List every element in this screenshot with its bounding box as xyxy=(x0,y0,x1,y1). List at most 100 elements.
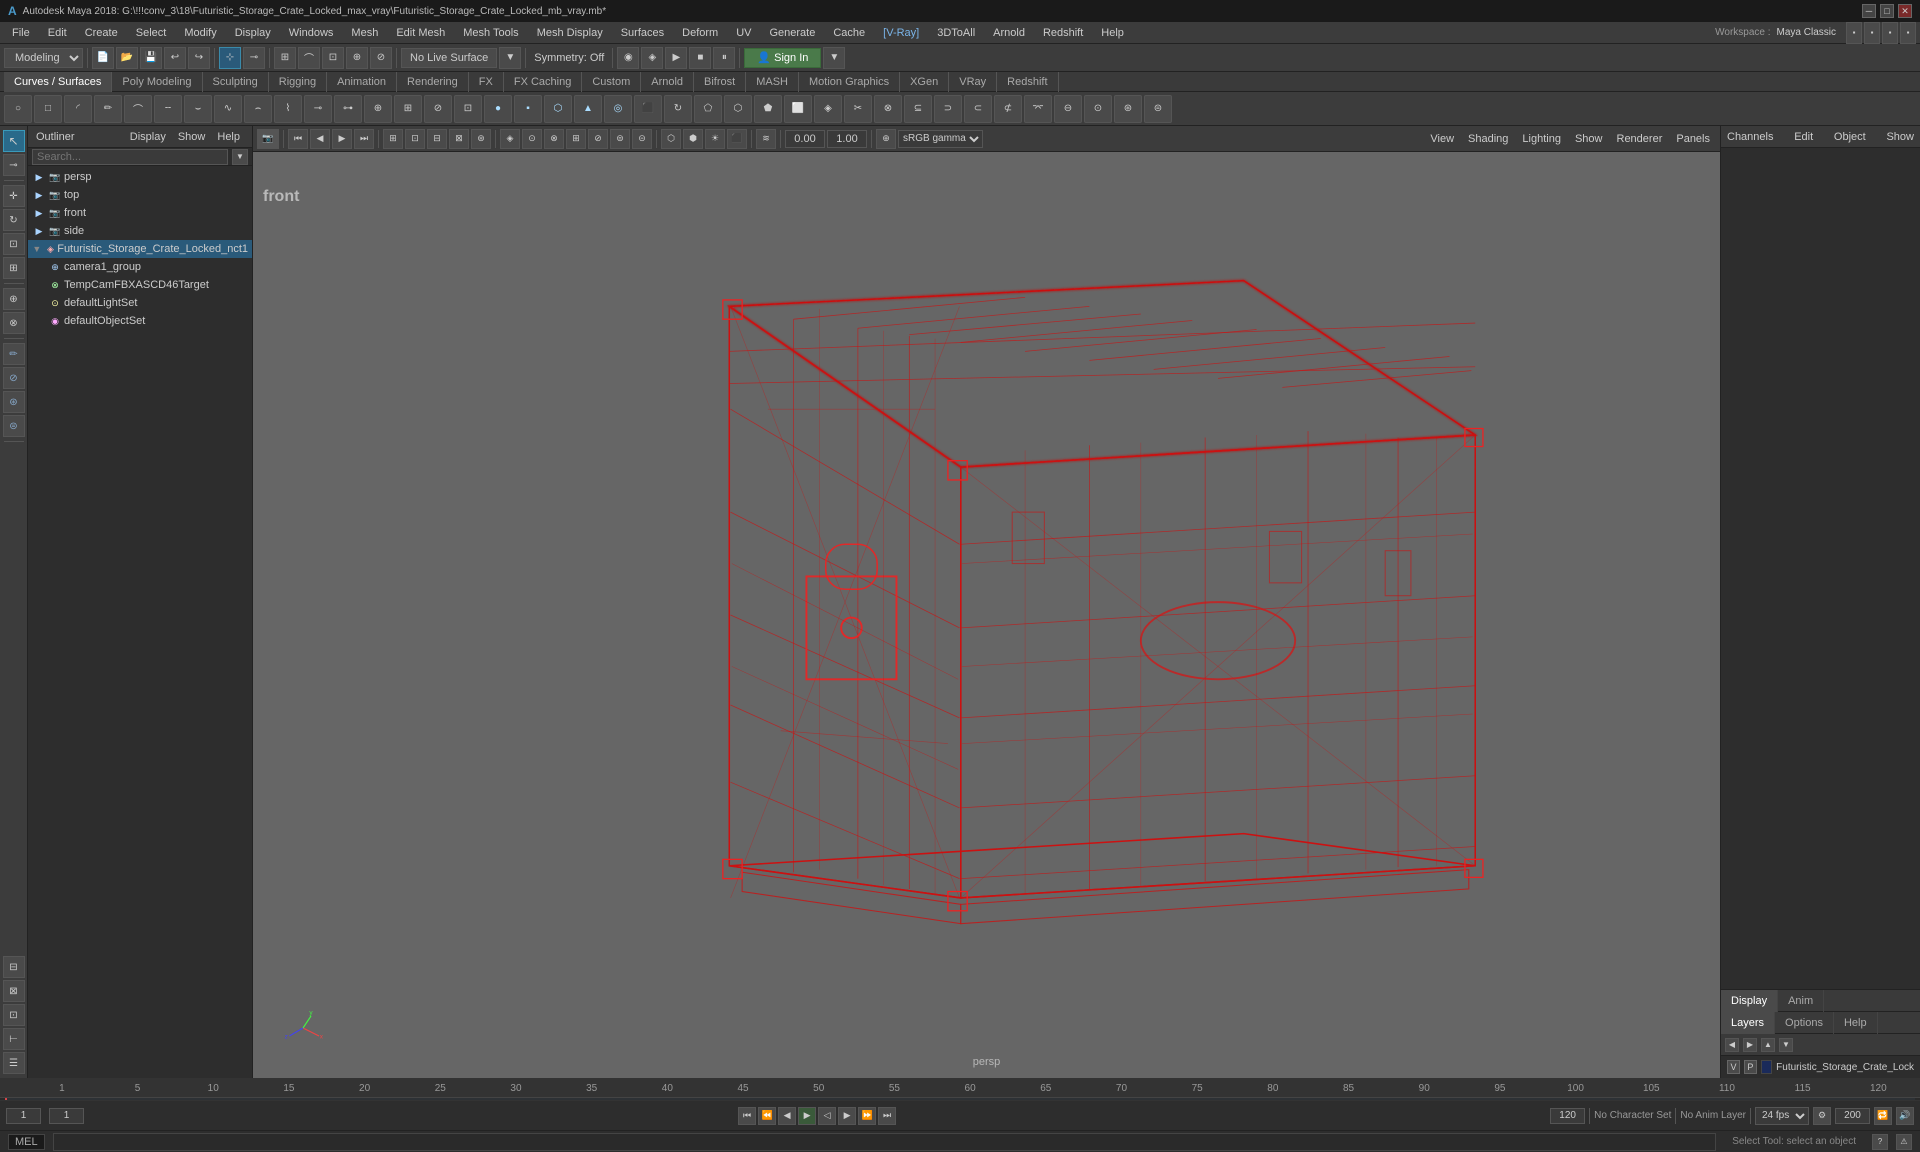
shelf-icon-extrude[interactable]: ⬡ xyxy=(724,95,752,123)
display-tab[interactable]: Display xyxy=(1721,990,1778,1012)
snap-view-btn[interactable]: ⊘ xyxy=(370,47,392,69)
vp-motion-blur-btn[interactable]: ≋ xyxy=(756,129,776,149)
layer-down-btn[interactable]: ▼ xyxy=(1779,1038,1793,1052)
layer-btn3[interactable]: ⊡ xyxy=(3,1004,25,1026)
playback-end-input[interactable] xyxy=(1550,1108,1585,1124)
menu-redshift[interactable]: Redshift xyxy=(1035,25,1091,41)
shelf-icon-two-pt[interactable]: ⊸ xyxy=(304,95,332,123)
shelf-tab-vray[interactable]: VRay xyxy=(949,72,997,92)
lasso-select-btn[interactable]: ⊸ xyxy=(243,47,265,69)
shelf-icon-surface-curve[interactable]: ⊃ xyxy=(934,95,962,123)
shelf-tab-fx[interactable]: FX xyxy=(469,72,504,92)
shelf-icon-cylinder[interactable]: ⬡ xyxy=(544,95,572,123)
start-frame-input[interactable] xyxy=(49,1108,84,1124)
workspace-btn3[interactable]: ▪ xyxy=(1882,22,1898,44)
vp-dof-btn[interactable]: ⊝ xyxy=(632,129,652,149)
vp-lighting-menu[interactable]: Lighting xyxy=(1516,131,1567,147)
edit-menu-right[interactable]: Edit xyxy=(1794,131,1813,143)
list-btn[interactable]: ☰ xyxy=(3,1052,25,1074)
far-clip-input[interactable] xyxy=(827,130,867,148)
menu-cache[interactable]: Cache xyxy=(825,25,873,41)
shelf-icon-insert[interactable]: ⊞ xyxy=(394,95,422,123)
render-btn1[interactable]: ◉ xyxy=(617,47,639,69)
paint-skin-tool[interactable]: ⊛ xyxy=(3,391,25,413)
paint-attr-tool[interactable]: ⊘ xyxy=(3,367,25,389)
vp-prev-key[interactable]: ⏮ xyxy=(288,129,308,149)
shelf-icon-circle[interactable]: ○ xyxy=(4,95,32,123)
outliner-item-objectset[interactable]: ◉ defaultObjectSet xyxy=(28,312,252,330)
vp-cam-btn[interactable]: 📷 xyxy=(257,129,279,149)
menu-mesh-tools[interactable]: Mesh Tools xyxy=(455,25,526,41)
shelf-icon-pen[interactable]: ✏ xyxy=(94,95,122,123)
vp-view3[interactable]: ⊟ xyxy=(427,129,447,149)
menu-generate[interactable]: Generate xyxy=(761,25,823,41)
shelf-tab-rigging[interactable]: Rigging xyxy=(269,72,327,92)
layer-next-btn[interactable]: ▶ xyxy=(1743,1038,1757,1052)
shelf-icon-trim[interactable]: ✂ xyxy=(844,95,872,123)
shelf-icon-boolean[interactable]: ⊖ xyxy=(1054,95,1082,123)
shelf-tab-mash[interactable]: MASH xyxy=(746,72,799,92)
shelf-icon-intersect[interactable]: ⊗ xyxy=(874,95,902,123)
vp-shade-btn[interactable]: ⬢ xyxy=(683,129,703,149)
vp-renderer-menu[interactable]: Renderer xyxy=(1611,131,1669,147)
render-btn2[interactable]: ◈ xyxy=(641,47,663,69)
scale-tool[interactable]: ⊡ xyxy=(3,233,25,255)
fps-selector[interactable]: 24 fps 30 fps 60 fps xyxy=(1755,1107,1809,1125)
menu-surfaces[interactable]: Surfaces xyxy=(613,25,672,41)
shelf-icon-square[interactable]: □ xyxy=(34,95,62,123)
warning-btn[interactable]: ⚠ xyxy=(1896,1134,1912,1150)
move-tool[interactable]: ✛ xyxy=(3,185,25,207)
close-button[interactable]: ✕ xyxy=(1898,4,1912,18)
vp-view4[interactable]: ⊠ xyxy=(449,129,469,149)
outliner-help-menu[interactable]: Help xyxy=(213,129,244,145)
shelf-icon-project[interactable]: ⊡ xyxy=(454,95,482,123)
snap-point-btn[interactable]: ⊡ xyxy=(322,47,344,69)
menu-arnold[interactable]: Arnold xyxy=(985,25,1033,41)
help-tab-right[interactable]: Help xyxy=(1834,1012,1878,1034)
outliner-item-front[interactable]: ▶ 📷 front xyxy=(28,204,252,222)
sign-in-dropdown[interactable]: ▼ xyxy=(823,47,845,69)
shelf-icon-append[interactable]: ⊕ xyxy=(364,95,392,123)
shelf-tab-fxcaching[interactable]: FX Caching xyxy=(504,72,582,92)
shelf-tab-redshift[interactable]: Redshift xyxy=(997,72,1058,92)
layer-color-swatch[interactable] xyxy=(1761,1060,1772,1074)
workspace-btn2[interactable]: ▪ xyxy=(1864,22,1880,44)
shelf-icon-cone[interactable]: ▲ xyxy=(574,95,602,123)
mel-indicator[interactable]: MEL xyxy=(8,1134,45,1150)
vp-prev-frame[interactable]: ◀ xyxy=(310,129,330,149)
layer-btn4[interactable]: ⊢ xyxy=(3,1028,25,1050)
paint-select-tool[interactable]: ✏ xyxy=(3,343,25,365)
viewport[interactable]: 📷 ⏮ ◀ ▶ ⏭ ⊞ ⊡ ⊟ ⊠ ⊛ ◈ ⊙ ⊗ ⊞ ⊘ ⊜ ⊝ ⬡ xyxy=(253,126,1720,1078)
layer-up-btn[interactable]: ▲ xyxy=(1761,1038,1775,1052)
menu-mesh[interactable]: Mesh xyxy=(343,25,386,41)
anim-tab[interactable]: Anim xyxy=(1778,990,1824,1012)
new-scene-btn[interactable]: 📄 xyxy=(92,47,114,69)
vp-isolate-btn[interactable]: ⊗ xyxy=(544,129,564,149)
channels-menu[interactable]: Channels xyxy=(1727,131,1773,143)
gamma-selector[interactable]: sRGB gamma xyxy=(898,130,983,148)
redo-btn[interactable]: ↪ xyxy=(188,47,210,69)
shelf-icon-nurbs3[interactable]: ⌢ xyxy=(244,95,272,123)
select-tool-left[interactable]: ↖ xyxy=(3,130,25,152)
tl-prev-frame-btn[interactable]: ◀ xyxy=(778,1107,796,1125)
shelf-tab-motiongraphics[interactable]: Motion Graphics xyxy=(799,72,900,92)
no-live-surface-btn[interactable]: No Live Surface xyxy=(401,48,497,68)
menu-display[interactable]: Display xyxy=(227,25,279,41)
vp-texture-btn[interactable]: ⬛ xyxy=(727,129,747,149)
outliner-show-menu[interactable]: Show xyxy=(174,129,210,145)
undo-btn[interactable]: ↩ xyxy=(164,47,186,69)
shelf-icon-loft[interactable]: ⬠ xyxy=(694,95,722,123)
tl-go-start-btn[interactable]: ⏮ xyxy=(738,1107,756,1125)
vp-wire-btn[interactable]: ⬡ xyxy=(661,129,681,149)
vp-show-menu[interactable]: Show xyxy=(1569,131,1609,147)
vp-grid-btn[interactable]: ⊞ xyxy=(566,129,586,149)
shelf-icon-birail[interactable]: ⬟ xyxy=(754,95,782,123)
shelf-tab-bifrost[interactable]: Bifrost xyxy=(694,72,746,92)
vp-next-key[interactable]: ⏭ xyxy=(354,129,374,149)
shelf-tab-arnold[interactable]: Arnold xyxy=(641,72,694,92)
render-btn3[interactable]: ▶ xyxy=(665,47,687,69)
layer-visible-toggle[interactable]: V xyxy=(1727,1060,1740,1074)
shelf-icon-nurbs1[interactable]: ⌣ xyxy=(184,95,212,123)
layer-playback-toggle[interactable]: P xyxy=(1744,1060,1757,1074)
layer-item[interactable]: V P Futuristic_Storage_Crate_Lock xyxy=(1721,1056,1920,1078)
